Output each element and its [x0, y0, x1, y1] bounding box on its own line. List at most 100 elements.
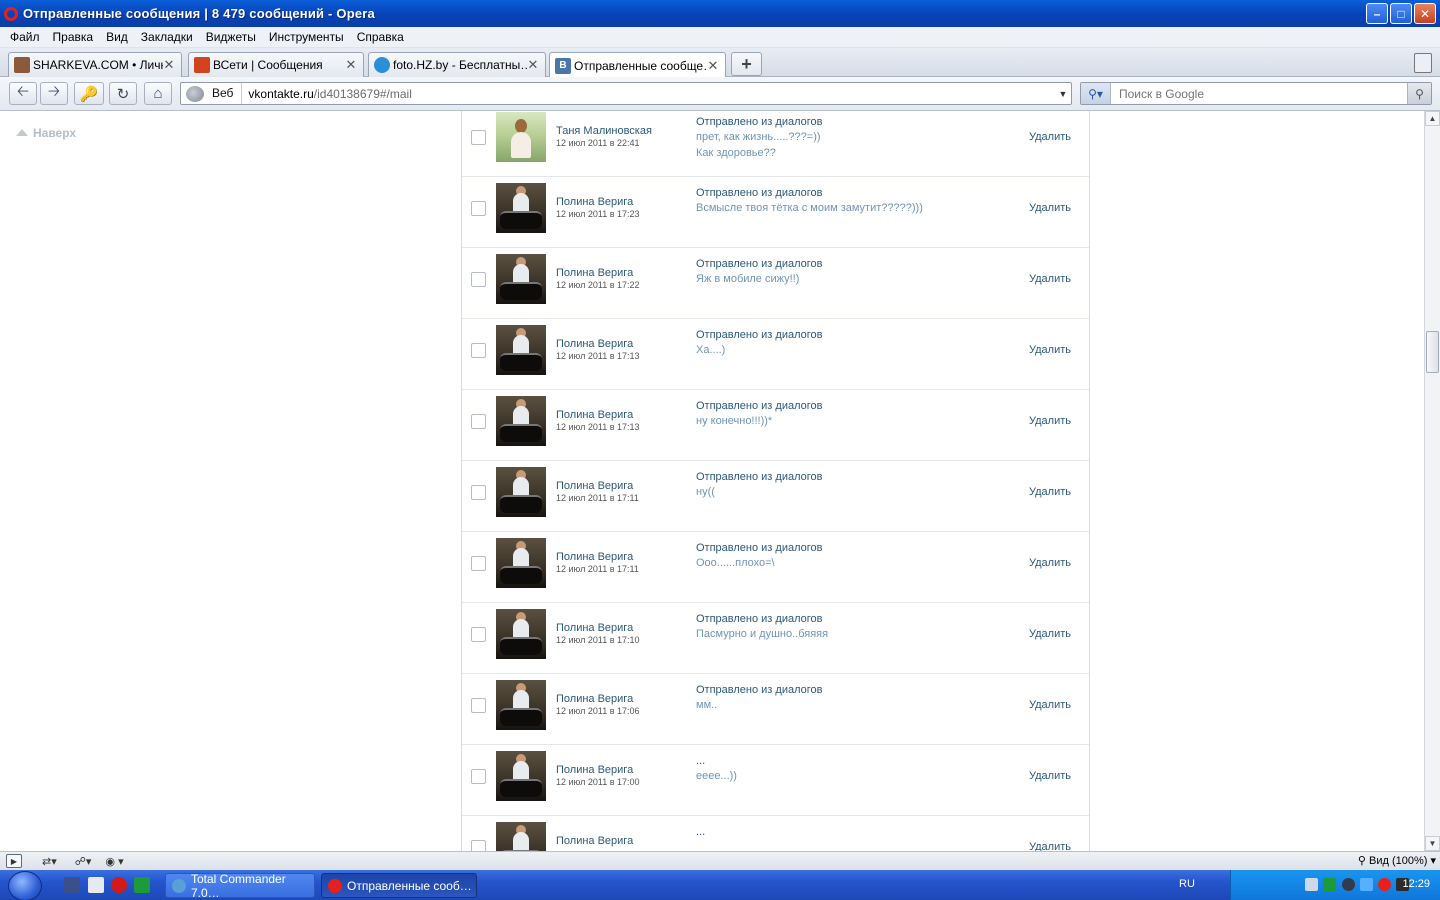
message-row[interactable]: Полина Верига 12 июл 2011 в 17:13 Отправле… — [462, 319, 1089, 390]
taskbar-total-commander[interactable]: Total Commander 7.0… — [165, 872, 315, 900]
avatar[interactable] — [496, 822, 546, 851]
message-row[interactable]: Таня Малиновская 12 июл 2011 в 22:41 Отпра… — [462, 111, 1089, 177]
sender-name[interactable]: Полина Верига — [556, 622, 633, 634]
message-row[interactable]: Полина Верига 12 июл 2011 в 17:10 Отправле… — [462, 603, 1089, 674]
avatar[interactable] — [496, 751, 546, 801]
message-row[interactable]: Полина Верига 12 июл 2011 в 17:00... eeee.… — [462, 745, 1089, 816]
message-row[interactable]: Полина Верига 12 июл 2011 в 17:13 Отправле… — [462, 390, 1089, 461]
message-row[interactable]: Полина Верига 12 июл 2011 в 17:11 Отправле… — [462, 532, 1089, 603]
tab-fotohz[interactable]: foto.HZ.by - Бесплатны… ✕ — [368, 52, 546, 77]
message-row[interactable]: Полина Верига... Удалить — [462, 816, 1089, 851]
address-field[interactable]: Веб vkontakte.ru/id40138679#/mail ▼ — [180, 82, 1072, 105]
search-engine-icon[interactable]: ⚲▾ — [1081, 83, 1111, 104]
menu-edit[interactable]: Правка — [47, 30, 100, 44]
message-subject[interactable]: Отправлено из диалогов — [696, 258, 822, 270]
network-icon[interactable] — [1305, 878, 1318, 891]
scrollbar-thumb[interactable] — [1426, 331, 1439, 373]
tab-close-icon[interactable]: ✕ — [163, 57, 175, 73]
vertical-scrollbar[interactable]: ▲ ▼ — [1424, 111, 1440, 851]
message-row[interactable]: Полина Верига 12 июл 2011 в 17:11 Отправле… — [462, 461, 1089, 532]
menu-help[interactable]: Справка — [351, 30, 410, 44]
delete-link[interactable]: Удалить — [1029, 131, 1071, 143]
message-row[interactable]: Полина Верига 12 июл 2011 в 17:23 Отправле… — [462, 177, 1089, 248]
message-body[interactable]: Ха....) — [696, 342, 725, 358]
tab-sent-messages[interactable]: B Отправленные сообще… ✕ — [549, 52, 726, 78]
delete-link[interactable]: Удалить — [1029, 841, 1071, 851]
message-checkbox[interactable] — [471, 627, 486, 642]
sync-button[interactable]: ⇄▾ — [42, 854, 57, 869]
message-subject[interactable]: Отправлено из диалогов — [696, 187, 822, 199]
message-body[interactable]: Всмысле твоя тётка с моим замутит?????))… — [696, 200, 923, 216]
message-subject[interactable]: Отправлено из диалогов — [696, 400, 822, 412]
sender-name[interactable]: Полина Верига — [556, 196, 633, 208]
chevron-down-icon[interactable]: ▼ — [1055, 89, 1071, 99]
turbo-button[interactable]: ◉ ▾ — [105, 854, 123, 869]
delete-link[interactable]: Удалить — [1029, 770, 1071, 782]
zoom-control[interactable]: ⚲ Вид (100%) ▾ — [1358, 854, 1436, 867]
menu-view[interactable]: Вид — [100, 30, 134, 44]
message-subject[interactable]: Отправлено из диалогов — [696, 116, 822, 128]
forward-button[interactable]: 🡢 — [40, 82, 68, 105]
tab-vseti[interactable]: ВСети | Сообщения ✕ — [188, 52, 364, 77]
sender-name[interactable]: Таня Малиновская — [556, 125, 652, 137]
delete-link[interactable]: Удалить — [1029, 486, 1071, 498]
new-tab-button[interactable]: + — [731, 52, 762, 76]
delete-link[interactable]: Удалить — [1029, 699, 1071, 711]
key-icon[interactable]: 🔑 — [74, 82, 104, 105]
message-checkbox[interactable] — [471, 840, 486, 851]
sender-name[interactable]: Полина Верига — [556, 551, 633, 563]
close-button[interactable]: ✕ — [1414, 3, 1436, 24]
avatar[interactable] — [496, 538, 546, 588]
message-checkbox[interactable] — [471, 698, 486, 713]
sender-name[interactable]: Полина Верига — [556, 693, 633, 705]
maximize-button[interactable]: □ — [1390, 3, 1412, 24]
taskbar-opera[interactable]: Отправленные сооб… — [321, 873, 477, 898]
scroll-down-icon[interactable]: ▼ — [1425, 836, 1440, 851]
avatar[interactable] — [496, 396, 546, 446]
home-button[interactable]: ⌂ — [144, 82, 172, 105]
sender-name[interactable]: Полина Верига — [556, 409, 633, 421]
message-checkbox[interactable] — [471, 414, 486, 429]
trash-icon[interactable] — [1414, 53, 1432, 73]
message-checkbox[interactable] — [471, 485, 486, 500]
back-button[interactable]: 🡠 — [9, 82, 37, 105]
message-subject[interactable]: ... — [696, 755, 705, 767]
reload-button[interactable]: ↻ — [109, 82, 137, 105]
delete-link[interactable]: Удалить — [1029, 628, 1071, 640]
message-body[interactable]: Как здоровье?? — [696, 145, 776, 161]
avatar[interactable] — [496, 112, 546, 162]
message-checkbox[interactable] — [471, 556, 486, 571]
message-checkbox[interactable] — [471, 201, 486, 216]
language-indicator[interactable]: RU — [1179, 878, 1195, 890]
message-checkbox[interactable] — [471, 272, 486, 287]
avatar[interactable] — [496, 609, 546, 659]
message-subject[interactable]: Отправлено из диалогов — [696, 471, 822, 483]
message-body[interactable]: Ооо......плохо=\ — [696, 555, 775, 571]
tray-opera-icon[interactable] — [1378, 878, 1391, 891]
menu-file[interactable]: Файл — [4, 30, 46, 44]
tab-sharkeva[interactable]: SHARKEVA.COM • Личн… ✕ — [8, 52, 182, 77]
minimize-button[interactable]: – — [1366, 3, 1388, 24]
tray-app-icon[interactable] — [1323, 878, 1336, 891]
message-subject[interactable]: Отправлено из диалогов — [696, 542, 822, 554]
message-checkbox[interactable] — [471, 769, 486, 784]
avatar[interactable] — [496, 183, 546, 233]
search-input[interactable] — [1111, 86, 1407, 101]
message-body[interactable]: ну(( — [696, 484, 715, 500]
delete-link[interactable]: Удалить — [1029, 273, 1071, 285]
address-mode-label[interactable]: Веб — [204, 83, 243, 104]
tray-media-icon[interactable] — [1342, 878, 1355, 891]
tab-close-icon[interactable]: ✕ — [527, 57, 539, 73]
back-to-top-link[interactable]: Наверх — [16, 126, 76, 140]
message-checkbox[interactable] — [471, 343, 486, 358]
delete-link[interactable]: Удалить — [1029, 415, 1071, 427]
delete-link[interactable]: Удалить — [1029, 557, 1071, 569]
sender-name[interactable]: Полина Верига — [556, 338, 633, 350]
delete-link[interactable]: Удалить — [1029, 344, 1071, 356]
save-icon[interactable] — [64, 877, 80, 893]
message-body[interactable]: мм.. — [696, 697, 717, 713]
tab-close-icon[interactable]: ✕ — [345, 57, 357, 73]
avatar[interactable] — [496, 680, 546, 730]
message-subject[interactable]: Отправлено из диалогов — [696, 613, 822, 625]
calculator-icon[interactable] — [88, 877, 104, 893]
